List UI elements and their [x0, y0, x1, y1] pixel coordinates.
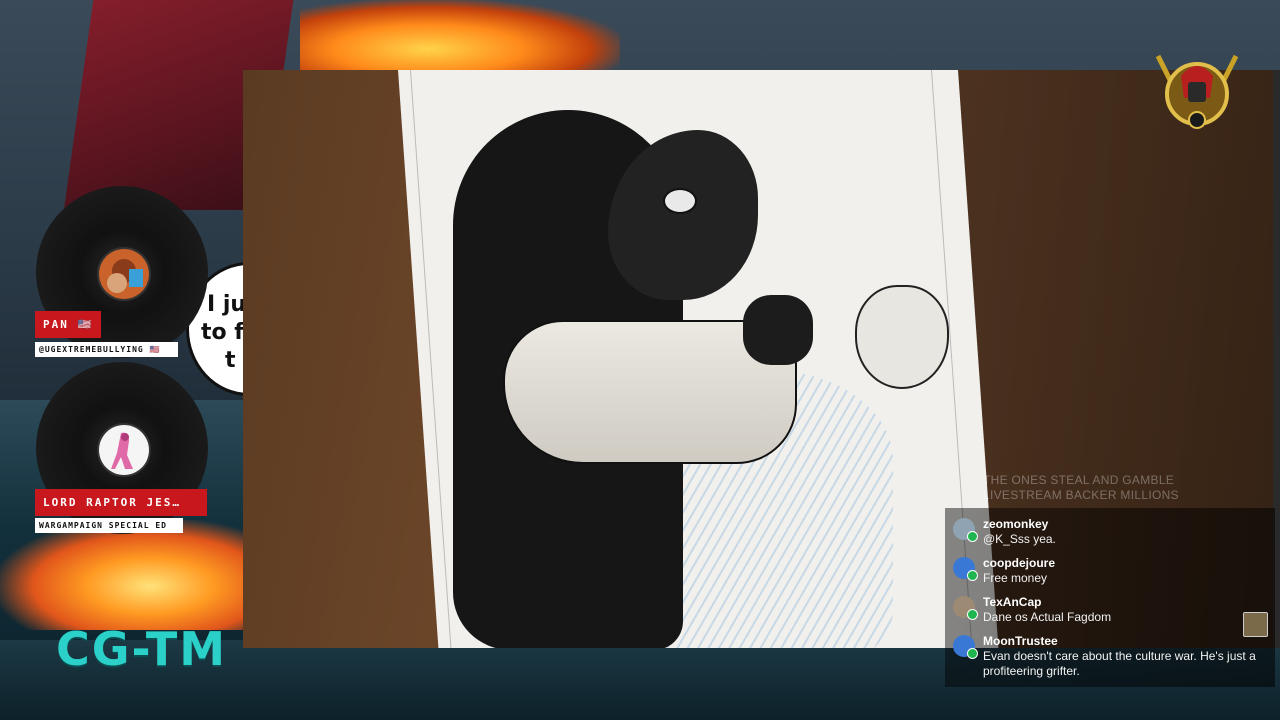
- guest-avatar-2: [97, 423, 151, 477]
- guest-handle-1: @UGEXTREMEBULLYING 🇺🇸: [35, 342, 178, 357]
- chat-username[interactable]: TexAnCap: [983, 594, 1265, 610]
- watermark-line-2: LIVESTREAM BACKER MILLIONS: [983, 488, 1179, 502]
- channel-badge-icon: [1148, 46, 1246, 142]
- speech-bubble-text: I ju to f t: [201, 291, 247, 375]
- speech-line-2: to f: [201, 320, 244, 345]
- chat-message: zeomonkey @K_Sss yea.: [945, 512, 1275, 551]
- guest-handle-2: WARGAMPAIGN SPECIAL ED: [35, 518, 183, 533]
- guest-name-2: LORD RAPTOR JES…: [35, 489, 207, 516]
- chat-text: Dane os Actual Fagdom: [983, 610, 1112, 624]
- chat-avatar: [953, 596, 978, 620]
- background-fire-lower: [0, 520, 250, 630]
- speech-line-1: I ju: [207, 292, 247, 317]
- watermark-line-1: THE ONES STEAL AND GAMBLE: [983, 473, 1175, 487]
- online-status-icon: [967, 609, 978, 620]
- chat-avatar: [953, 635, 978, 659]
- chat-username[interactable]: zeomonkey: [983, 516, 1265, 532]
- chat-username[interactable]: coopdejoure: [983, 555, 1265, 571]
- online-status-icon: [967, 648, 978, 659]
- chat-message: coopdejoure Free money: [945, 551, 1275, 590]
- hero-head-illustration: [855, 285, 949, 389]
- ape-eye-illustration: [663, 188, 697, 214]
- channel-logo: CG-TM: [56, 622, 227, 676]
- chat-text: Free money: [983, 571, 1048, 585]
- online-status-icon: [967, 531, 978, 542]
- mini-thumbnail-icon[interactable]: [1243, 612, 1268, 637]
- chat-text: Evan doesn't care about the culture war.…: [983, 649, 1256, 678]
- stream-watermark: THE ONES STEAL AND GAMBLE LIVESTREAM BAC…: [983, 473, 1273, 503]
- guest-name-1: PAN 🇺🇸: [35, 311, 102, 338]
- chat-text: @K_Sss yea.: [983, 532, 1056, 546]
- chat-avatar: [953, 557, 978, 581]
- online-status-icon: [967, 570, 978, 581]
- chat-avatar: [953, 518, 978, 542]
- ape-hand-illustration: [743, 295, 813, 365]
- chat-message: MoonTrustee Evan doesn't care about the …: [945, 629, 1275, 683]
- chat-overlay: zeomonkey @K_Sss yea. coopdejoure Free m…: [945, 508, 1275, 687]
- guest-avatar-1: [97, 247, 151, 301]
- chat-message: TexAnCap Dane os Actual Fagdom: [945, 590, 1275, 629]
- chat-username[interactable]: MoonTrustee: [983, 633, 1265, 649]
- background-fire: [300, 0, 620, 70]
